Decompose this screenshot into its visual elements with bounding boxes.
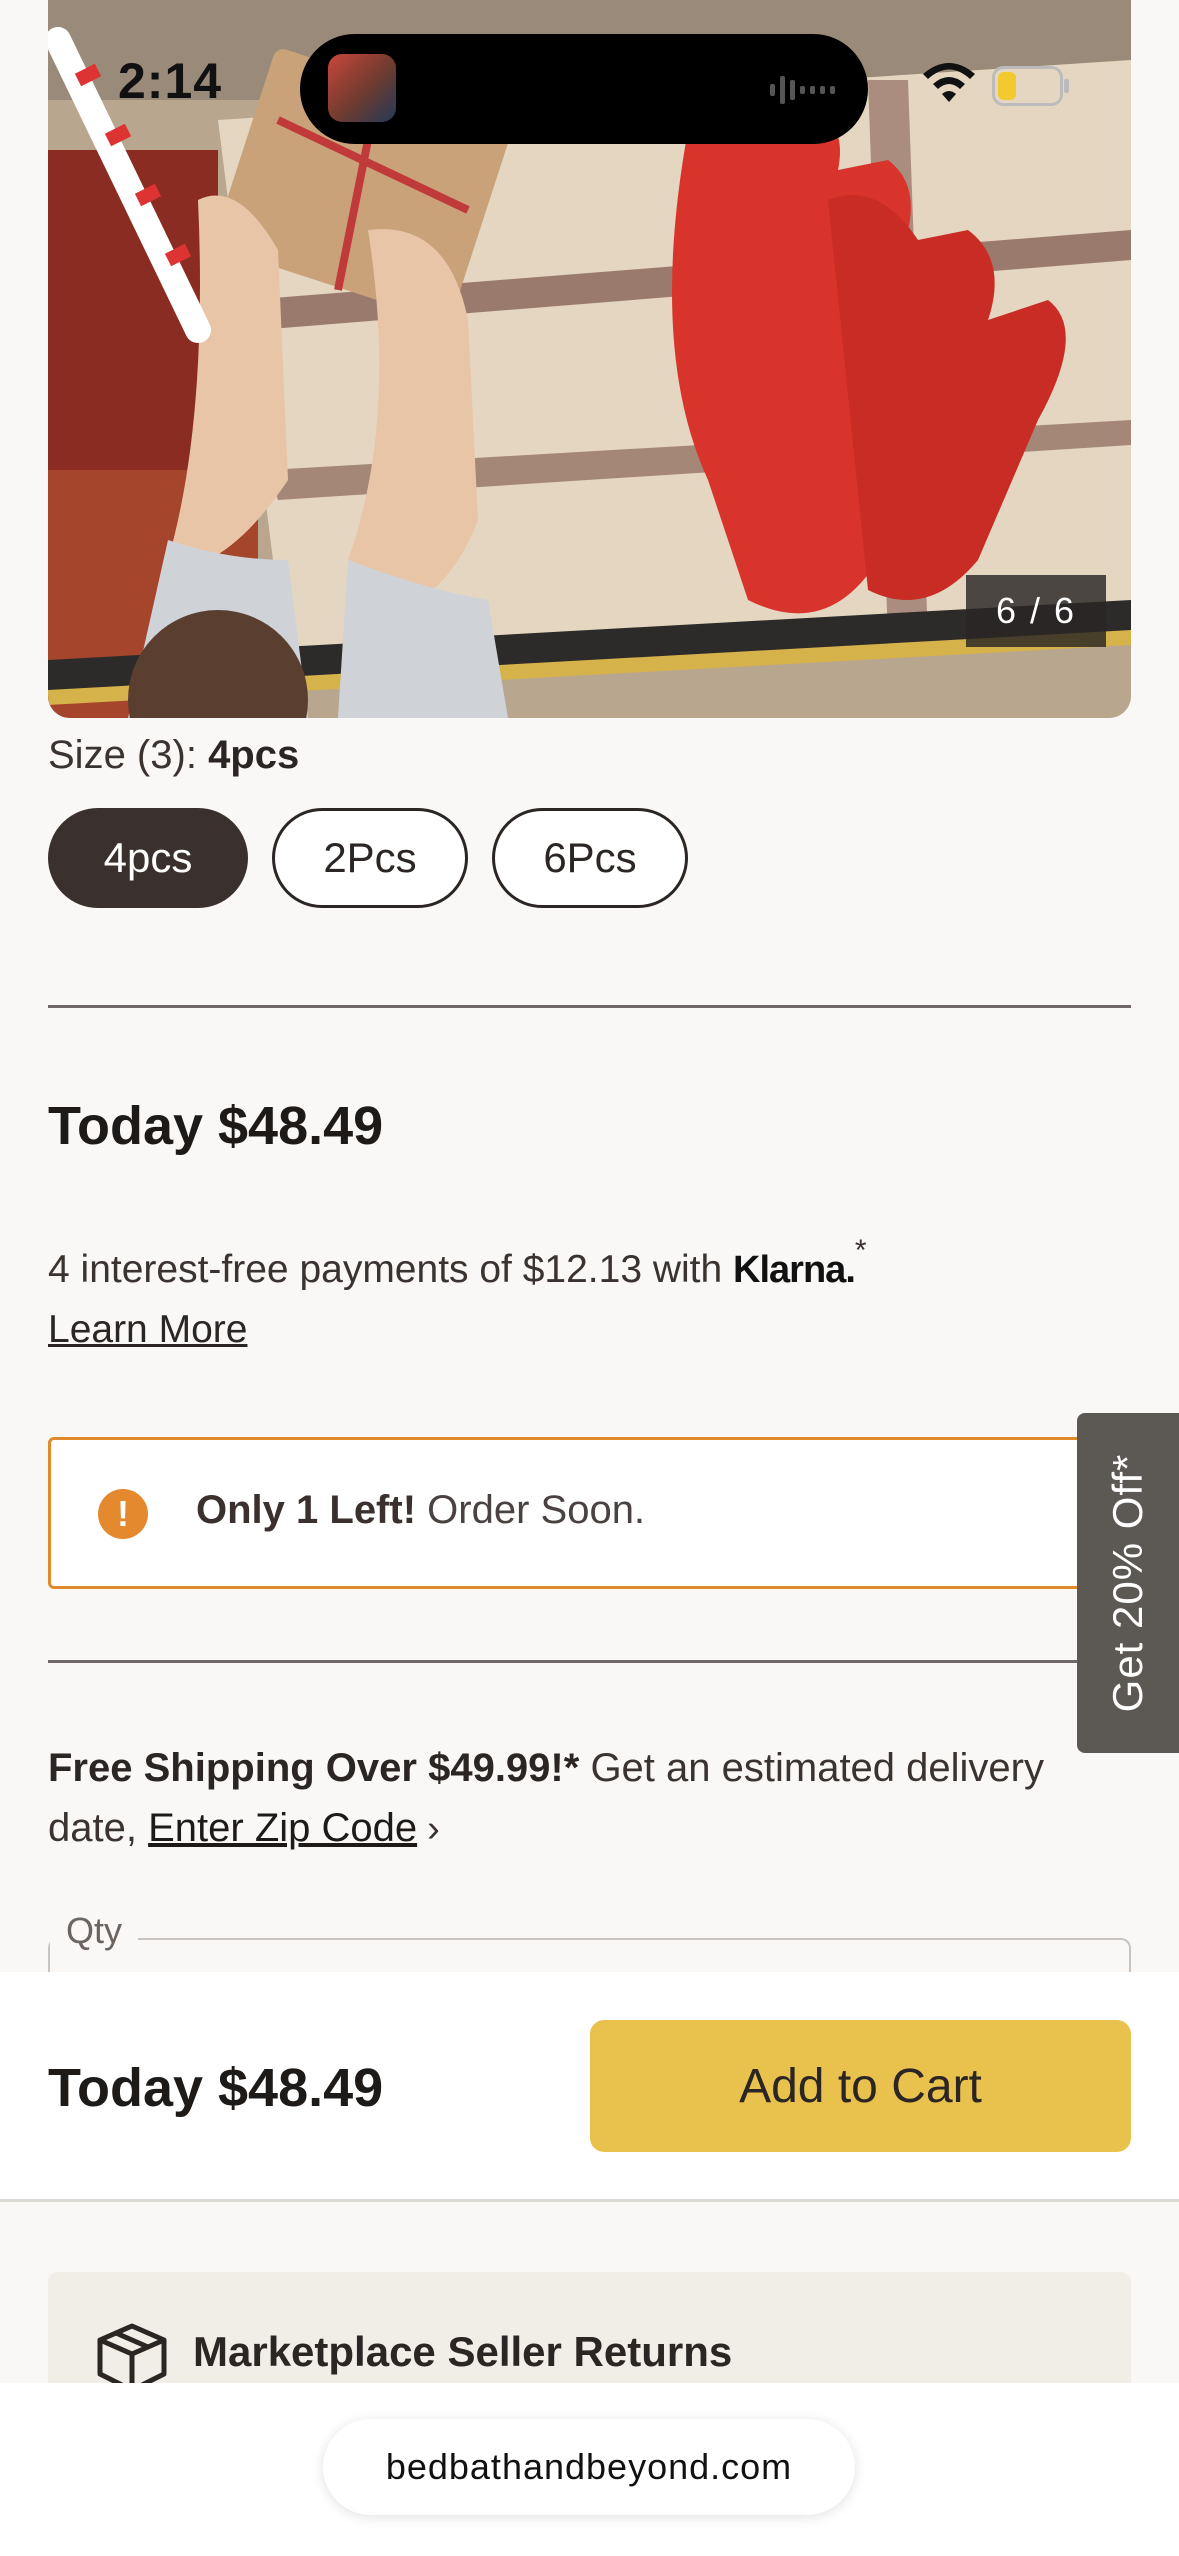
now-playing-artwork-icon: [328, 54, 396, 122]
qty-label: Qty: [50, 1910, 139, 1952]
add-to-cart-button[interactable]: Add to Cart: [590, 2020, 1131, 2152]
stock-message-rest: Order Soon.: [427, 1488, 646, 1532]
stock-message: Only 1 Left! Order Soon.: [196, 1488, 645, 1533]
promo-tab-label: Get 20% Off*: [1104, 1453, 1151, 1713]
status-time: 2:14: [118, 53, 223, 109]
stock-message-bold: Only 1 Left!: [196, 1488, 417, 1532]
divider: [48, 1005, 1131, 1008]
battery-icon: [992, 66, 1069, 106]
klarna-asterisk: *: [854, 1234, 867, 1267]
divider: [48, 1660, 1131, 1663]
sticky-cart-bar: Today $48.49 Add to Cart: [0, 1972, 1179, 2202]
address-bar[interactable]: bedbathandbeyond.com: [323, 2419, 855, 2515]
low-stock-alert: ! Only 1 Left! Order Soon.: [48, 1437, 1178, 1589]
klarna-installments: 4 interest-free payments of $12.13 with …: [48, 1234, 867, 1292]
audio-waveform-icon: [770, 76, 835, 104]
klarna-text: 4 interest-free payments of $12.13 with: [48, 1248, 723, 1291]
price-today: Today $48.49: [48, 1096, 384, 1156]
dynamic-island[interactable]: [300, 34, 868, 144]
enter-zip-code-link[interactable]: Enter Zip Code: [148, 1806, 417, 1850]
size-label: Size (3): 4pcs: [48, 733, 299, 778]
learn-more-link[interactable]: Learn More: [48, 1308, 247, 1352]
size-label-prefix: Size (3):: [48, 733, 197, 777]
sticky-price: Today $48.49: [48, 2058, 384, 2118]
size-selected-value: 4pcs: [208, 733, 300, 777]
free-shipping-bold: Free Shipping Over $49.99!*: [48, 1746, 580, 1790]
shipping-info: Free Shipping Over $49.99!* Get an estim…: [48, 1738, 1138, 1859]
chevron-right-icon: ›: [427, 1808, 440, 1850]
wifi-icon: [923, 63, 975, 102]
browser-bottom-bar: bedbathandbeyond.com: [0, 2383, 1179, 2556]
size-option-4pcs[interactable]: 4pcs: [48, 808, 248, 908]
image-counter: 6 / 6: [966, 575, 1106, 647]
returns-title: Marketplace Seller Returns: [193, 2328, 733, 2375]
size-option-2pcs[interactable]: 2Pcs: [272, 808, 468, 908]
promo-tab[interactable]: Get 20% Off*: [1077, 1413, 1179, 1753]
klarna-logo: Klarna.: [733, 1249, 856, 1291]
exclamation-icon: !: [98, 1489, 148, 1539]
size-option-6pcs[interactable]: 6Pcs: [492, 808, 688, 908]
